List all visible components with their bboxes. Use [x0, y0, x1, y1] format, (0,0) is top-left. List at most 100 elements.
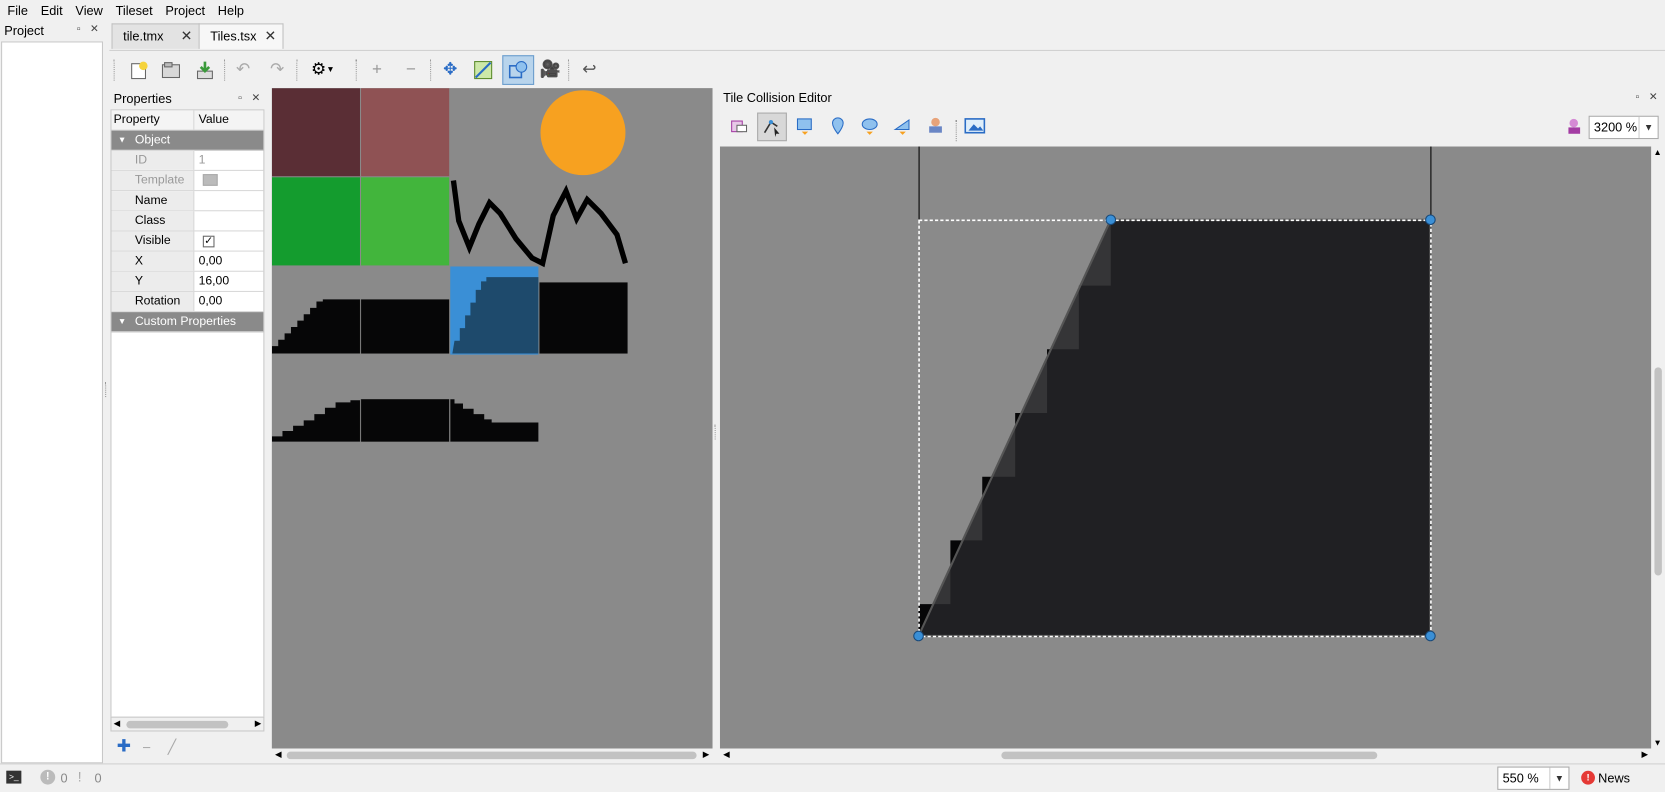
tile[interactable] — [271, 88, 360, 177]
tile[interactable] — [361, 299, 450, 354]
collapse-arrow-icon[interactable]: ▼ — [118, 131, 126, 150]
property-row-rotation[interactable]: Rotation 0,00 — [111, 291, 264, 313]
hill-tile[interactable] — [271, 400, 360, 442]
close-icon[interactable]: ✕ — [88, 23, 101, 36]
scroll-left-icon[interactable]: ◀ — [275, 750, 282, 760]
close-icon[interactable]: ✕ — [250, 92, 263, 105]
remove-property-icon[interactable]: − — [142, 739, 159, 756]
float-icon[interactable]: ▫ — [72, 23, 85, 36]
collision-zoom-combo[interactable]: 3200 % ▼ — [1588, 115, 1659, 140]
undo-icon[interactable]: ↶ — [230, 57, 255, 82]
tileset-properties-icon[interactable]: ⚙ ▼ — [305, 57, 341, 82]
tile[interactable] — [539, 282, 628, 354]
highlight-object-icon[interactable] — [1562, 114, 1587, 139]
property-row-template[interactable]: Template — [111, 170, 264, 192]
scroll-down-icon[interactable]: ▼ — [1653, 738, 1661, 748]
scrollbar-thumb[interactable] — [126, 720, 229, 729]
chevron-down-icon[interactable]: ▼ — [1638, 116, 1658, 139]
console-icon[interactable]: >_ — [6, 770, 22, 784]
select-objects-icon[interactable] — [726, 114, 751, 139]
add-tiles-icon[interactable]: + — [364, 57, 389, 82]
insert-ellipse-icon[interactable] — [857, 114, 882, 139]
vertex-handle[interactable] — [913, 630, 924, 642]
close-tab-icon[interactable]: ✕ — [265, 24, 277, 47]
float-icon[interactable]: ▫ — [234, 92, 247, 105]
save-icon[interactable] — [192, 57, 217, 82]
tileset-view[interactable] — [271, 88, 713, 749]
remove-tiles-icon[interactable]: − — [398, 57, 423, 82]
rename-property-icon[interactable]: ╱ — [168, 739, 185, 756]
collapse-arrow-icon[interactable]: ▼ — [118, 312, 126, 331]
property-row-visible[interactable]: Visible ✓ — [111, 231, 264, 252]
tab-tiles-tsx[interactable]: Tiles.tsx ✕ — [198, 23, 284, 49]
property-value[interactable]: 0,00 — [196, 292, 263, 311]
insert-polygon-icon[interactable] — [890, 114, 915, 139]
news-button[interactable]: News — [1598, 771, 1630, 786]
warning-icon[interactable]: ! — [72, 769, 87, 785]
close-tab-icon[interactable]: ✕ — [181, 24, 193, 47]
menu-project[interactable]: Project — [158, 0, 210, 19]
property-row-class[interactable]: Class — [111, 211, 264, 232]
tile[interactable] — [271, 177, 360, 266]
error-icon[interactable]: ! — [40, 769, 56, 785]
property-row-y[interactable]: Y 16,00 — [111, 271, 264, 292]
vertex-handle[interactable] — [1105, 214, 1117, 226]
close-icon[interactable]: ✕ — [1647, 91, 1660, 104]
property-row-name[interactable]: Name — [111, 191, 264, 212]
collision-editor-icon[interactable] — [502, 55, 535, 85]
menu-tileset[interactable]: Tileset — [108, 0, 158, 19]
scroll-right-icon[interactable]: ▶ — [703, 750, 710, 760]
collision-polygon[interactable] — [916, 218, 1432, 638]
animation-editor-icon[interactable]: 🎥 — [537, 57, 562, 82]
rearrange-tiles-icon[interactable]: ✥ — [438, 57, 463, 82]
property-row-x[interactable]: X 0,00 — [111, 251, 264, 272]
menu-view[interactable]: View — [68, 0, 108, 19]
scroll-up-icon[interactable]: ▲ — [1653, 148, 1661, 158]
splitter-handle[interactable] — [714, 424, 718, 440]
edit-terrain-icon[interactable] — [470, 57, 495, 82]
property-value[interactable]: 0,00 — [196, 252, 263, 271]
scroll-left-icon[interactable]: ◀ — [723, 750, 730, 760]
tileset-hscrollbar[interactable]: ◀ ▶ — [271, 748, 713, 764]
tile[interactable] — [361, 177, 450, 266]
property-row-id[interactable]: ID 1 — [111, 150, 264, 171]
scroll-right-icon[interactable]: ▶ — [255, 718, 262, 731]
sun-tile[interactable] — [540, 90, 626, 176]
insert-rectangle-icon[interactable] — [792, 114, 817, 139]
tileset-zoom-combo[interactable]: 550 % ▼ — [1497, 766, 1570, 790]
redo-icon[interactable]: ↷ — [264, 57, 289, 82]
visible-checkbox[interactable]: ✓ — [202, 235, 215, 248]
scroll-right-icon[interactable]: ▶ — [1642, 750, 1649, 760]
project-tree[interactable] — [1, 41, 104, 764]
collision-hscrollbar[interactable]: ◀ ▶ — [719, 748, 1652, 764]
menu-help[interactable]: Help — [210, 0, 249, 19]
collision-canvas[interactable] — [719, 146, 1652, 749]
chevron-down-icon[interactable]: ▼ — [1549, 767, 1568, 789]
show-tile-image-icon[interactable] — [962, 114, 987, 139]
scrollbar-thumb[interactable] — [1001, 751, 1378, 760]
scrollbar-thumb[interactable] — [1654, 367, 1662, 576]
insert-template-icon[interactable] — [923, 114, 948, 139]
tile[interactable] — [361, 88, 450, 177]
scrollbar-thumb[interactable] — [286, 751, 697, 760]
dynamic-wrapping-icon[interactable]: ↩ — [577, 57, 602, 82]
collision-vscrollbar[interactable]: ▲ ▼ — [1651, 146, 1665, 749]
splitter-handle[interactable] — [105, 382, 108, 398]
slope-tile[interactable] — [271, 299, 360, 354]
tile[interactable] — [361, 399, 450, 442]
properties-hscrollbar[interactable]: ◀ ▶ — [110, 716, 265, 732]
property-value[interactable]: 16,00 — [196, 272, 263, 291]
vertex-handle[interactable] — [1425, 630, 1436, 642]
property-value[interactable] — [196, 211, 263, 230]
group-object[interactable]: ▼ Object — [111, 130, 264, 151]
new-tileset-icon[interactable] — [126, 57, 151, 82]
float-icon[interactable]: ▫ — [1631, 91, 1644, 104]
tileset-image[interactable] — [271, 88, 713, 748]
news-alert-icon[interactable]: ! — [1581, 770, 1595, 785]
menu-file[interactable]: File — [0, 0, 33, 19]
scroll-left-icon[interactable]: ◀ — [114, 718, 121, 731]
add-property-icon[interactable]: ✚ — [117, 738, 136, 756]
group-custom-properties[interactable]: ▼ Custom Properties — [111, 312, 264, 333]
menu-edit[interactable]: Edit — [33, 0, 68, 19]
vertex-handle[interactable] — [1425, 214, 1436, 226]
